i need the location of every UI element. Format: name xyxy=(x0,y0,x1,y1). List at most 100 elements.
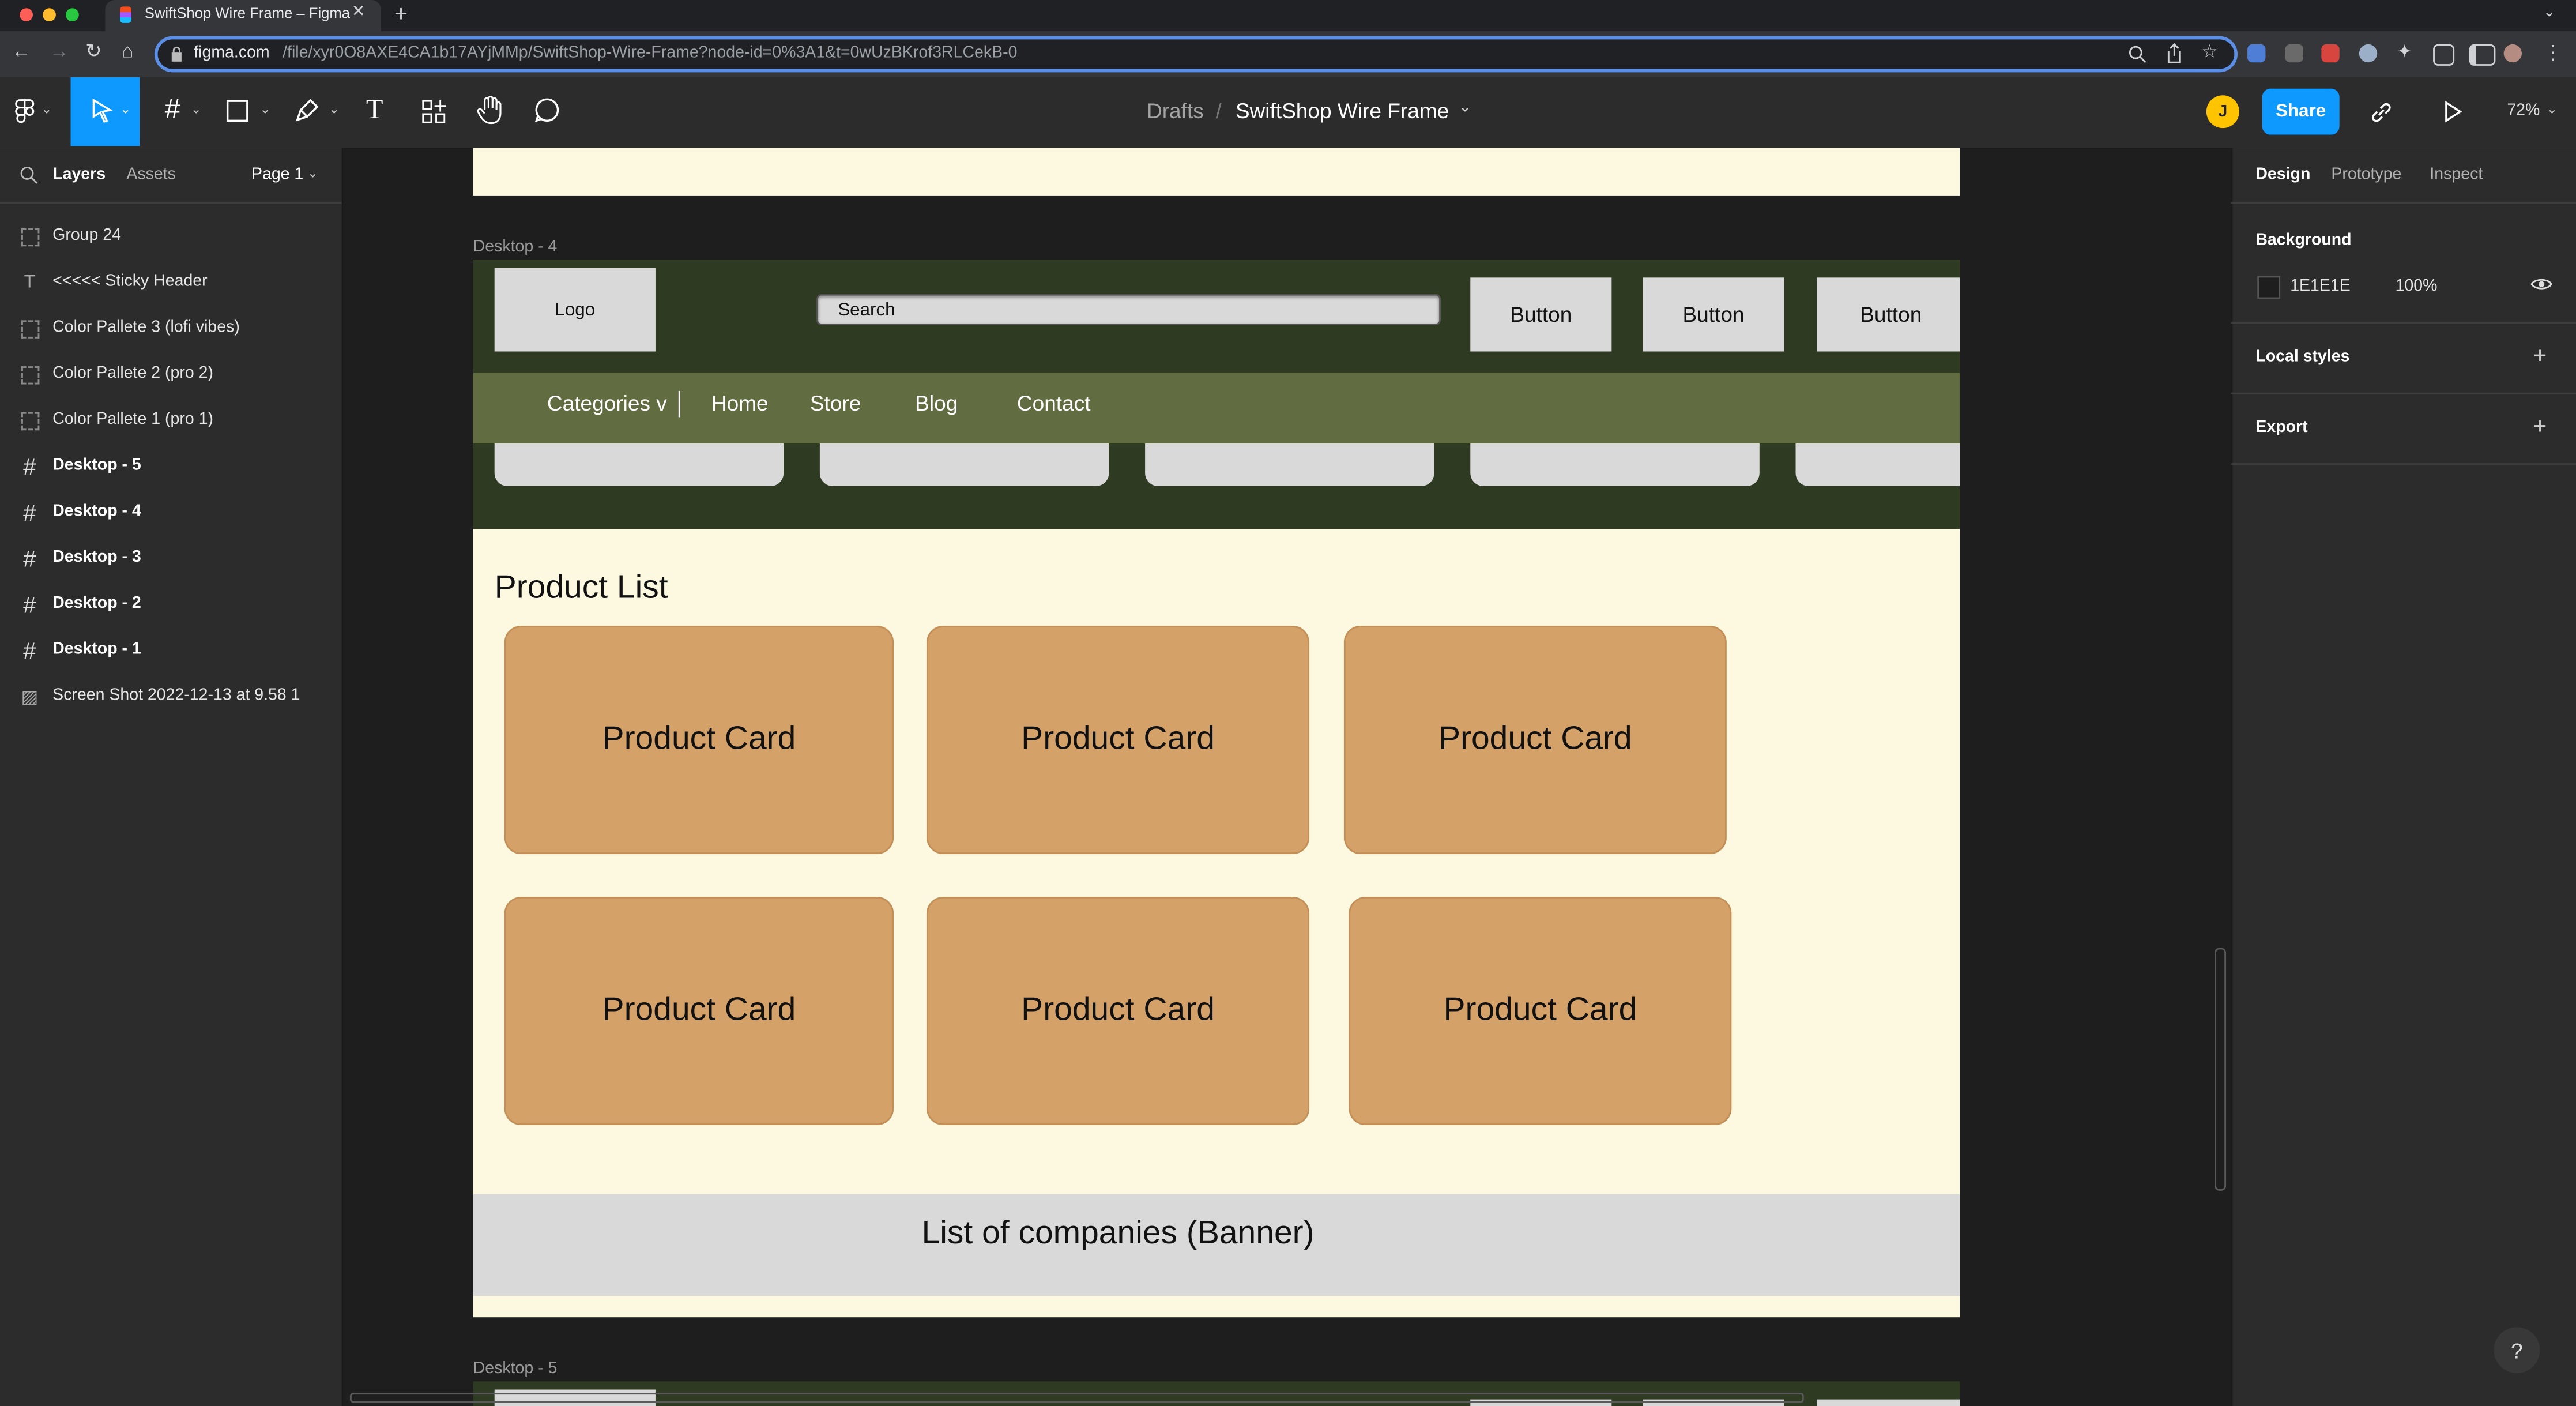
tab-design[interactable]: Design xyxy=(2255,166,2310,184)
header-button-2[interactable]: Button xyxy=(1643,277,1784,352)
tab-inspect[interactable]: Inspect xyxy=(2430,166,2483,184)
layer-row[interactable]: # Desktop - 1 xyxy=(0,629,342,675)
nav-home[interactable]: Home xyxy=(711,391,769,416)
product-card[interactable]: Product Card xyxy=(504,897,894,1125)
search-layers-icon[interactable] xyxy=(20,166,38,184)
browser-menu-icon[interactable]: ⋮ xyxy=(2543,41,2563,64)
figma-menu-icon[interactable] xyxy=(15,99,35,125)
desktop-3-frame-bottom[interactable] xyxy=(473,148,1960,196)
desktop-4-frame[interactable]: Logo Search Button Button Button Categor… xyxy=(473,260,1960,1318)
forward-arrow-icon[interactable]: → xyxy=(49,39,69,62)
extension-shield-icon[interactable] xyxy=(2247,44,2266,63)
breadcrumb-drafts[interactable]: Drafts xyxy=(1147,99,1204,123)
nav-store[interactable]: Store xyxy=(810,391,861,416)
share-page-icon[interactable] xyxy=(2166,43,2183,64)
layer-label: Group 24 xyxy=(52,227,122,245)
layer-row[interactable]: Color Pallete 2 (pro 2) xyxy=(0,353,342,399)
background-opacity-input[interactable]: 100% xyxy=(2396,277,2438,295)
share-button[interactable]: Share xyxy=(2262,88,2340,135)
layer-row[interactable]: # Desktop - 4 xyxy=(0,491,342,537)
resources-tool-icon[interactable] xyxy=(420,99,447,125)
hand-tool-icon[interactable] xyxy=(476,95,504,125)
background-hex-input[interactable]: 1E1E1E xyxy=(2290,277,2351,295)
add-export-plus-icon[interactable]: + xyxy=(2533,412,2547,439)
panel-divider xyxy=(2231,322,2576,324)
page-chevron-icon[interactable]: ⌄ xyxy=(307,166,318,181)
file-menu-chevron-icon[interactable]: ⌄ xyxy=(1459,99,1471,116)
product-card[interactable]: Product Card xyxy=(504,626,894,855)
present-play-icon[interactable] xyxy=(2443,100,2462,123)
header-button-1[interactable]: Button xyxy=(1470,277,1612,352)
tab-assets[interactable]: Assets xyxy=(126,166,176,184)
move-arrow-icon xyxy=(92,98,113,123)
frame-tool-chevron-icon[interactable]: ⌄ xyxy=(191,102,202,117)
pen-tool-icon[interactable] xyxy=(294,97,321,123)
group-dashed-icon xyxy=(20,319,39,339)
extension-circle-icon[interactable] xyxy=(2359,44,2378,63)
shape-tool-chevron-icon[interactable]: ⌄ xyxy=(259,102,270,117)
product-card[interactable]: Product Card xyxy=(1349,897,1732,1125)
layer-row[interactable]: # Desktop - 5 xyxy=(0,445,342,491)
product-card[interactable]: Product Card xyxy=(1343,626,1727,855)
layer-row[interactable]: T <<<<< Sticky Header xyxy=(0,261,342,307)
group-dashed-icon xyxy=(20,364,39,384)
layer-row[interactable]: ▨ Screen Shot 2022-12-13 at 9.58 1 xyxy=(0,675,342,721)
page-selector[interactable]: Page 1 xyxy=(251,166,303,184)
home-icon[interactable]: ⌂ xyxy=(122,39,134,62)
add-local-style-plus-icon[interactable]: + xyxy=(2533,341,2547,368)
extension-lastpass-icon[interactable] xyxy=(2321,44,2340,63)
reload-icon[interactable]: ↻ xyxy=(85,39,102,62)
layer-row[interactable]: Group 24 xyxy=(0,215,342,261)
product-card[interactable]: Product Card xyxy=(927,897,1310,1125)
window-minimize-button[interactable] xyxy=(43,8,56,22)
nav-contact[interactable]: Contact xyxy=(1017,391,1091,416)
visibility-eye-icon[interactable] xyxy=(2530,276,2553,292)
zoom-chevron-icon[interactable]: ⌄ xyxy=(2547,102,2558,117)
text-tool-icon[interactable]: T xyxy=(360,93,389,125)
search-input[interactable]: Search xyxy=(816,294,1441,325)
file-name[interactable]: SwiftShop Wire Frame xyxy=(1236,99,1449,123)
tab-layers[interactable]: Layers xyxy=(52,166,106,184)
move-tool-chevron-icon[interactable]: ⌄ xyxy=(120,102,131,117)
new-tab-icon[interactable]: + xyxy=(394,0,408,27)
layer-row[interactable]: # Desktop - 2 xyxy=(0,583,342,629)
tab-search-chevron-icon[interactable]: ⌄ xyxy=(2543,3,2556,21)
side-panel-icon[interactable] xyxy=(2469,44,2496,66)
layer-label: Desktop - 4 xyxy=(52,502,141,521)
main-menu-chevron-icon[interactable]: ⌄ xyxy=(41,102,52,117)
zoom-icon[interactable] xyxy=(2127,44,2147,64)
layer-label: Desktop - 2 xyxy=(52,595,141,613)
reading-list-icon[interactable] xyxy=(2433,44,2455,66)
nav-categories[interactable]: Categories v xyxy=(547,391,667,416)
product-card[interactable]: Product Card xyxy=(927,626,1310,855)
layer-row[interactable]: Color Pallete 1 (pro 1) xyxy=(0,399,342,445)
frame-tool-icon[interactable]: # xyxy=(158,93,187,125)
pen-tool-chevron-icon[interactable]: ⌄ xyxy=(329,102,340,117)
user-avatar[interactable]: J xyxy=(2206,95,2239,129)
window-zoom-button[interactable] xyxy=(65,8,79,22)
profile-avatar[interactable] xyxy=(2503,44,2522,63)
header-button-3[interactable]: Button xyxy=(1817,277,1960,352)
zoom-level-dropdown[interactable]: 72% xyxy=(2507,102,2540,120)
tab-prototype[interactable]: Prototype xyxy=(2331,166,2401,184)
layer-label: <<<<< Sticky Header xyxy=(52,272,208,291)
extensions-puzzle-icon[interactable]: ✦ xyxy=(2397,41,2412,62)
bookmark-star-icon[interactable]: ☆ xyxy=(2201,41,2217,62)
layer-row[interactable]: Color Pallete 3 (lofi vibes) xyxy=(0,307,342,354)
rectangle-tool-icon[interactable] xyxy=(225,99,250,123)
nav-blog[interactable]: Blog xyxy=(915,391,958,416)
extension-w-icon[interactable] xyxy=(2285,44,2303,63)
close-tab-icon[interactable]: ✕ xyxy=(352,3,366,21)
horizontal-scrollbar[interactable] xyxy=(349,1393,1804,1403)
comment-tool-icon[interactable] xyxy=(534,97,560,123)
window-close-button[interactable] xyxy=(20,8,33,22)
back-arrow-icon[interactable]: ← xyxy=(12,39,31,62)
frame-hash-icon: # xyxy=(23,545,36,572)
layer-row[interactable]: # Desktop - 3 xyxy=(0,537,342,583)
copy-link-icon[interactable] xyxy=(2369,100,2394,125)
background-color-swatch[interactable] xyxy=(2257,276,2281,299)
vertical-scrollbar[interactable] xyxy=(2215,948,2227,1191)
help-button[interactable]: ? xyxy=(2494,1327,2540,1374)
frame-name-desktop-4[interactable]: Desktop - 4 xyxy=(473,238,558,256)
frame-name-desktop-5[interactable]: Desktop - 5 xyxy=(473,1360,558,1378)
